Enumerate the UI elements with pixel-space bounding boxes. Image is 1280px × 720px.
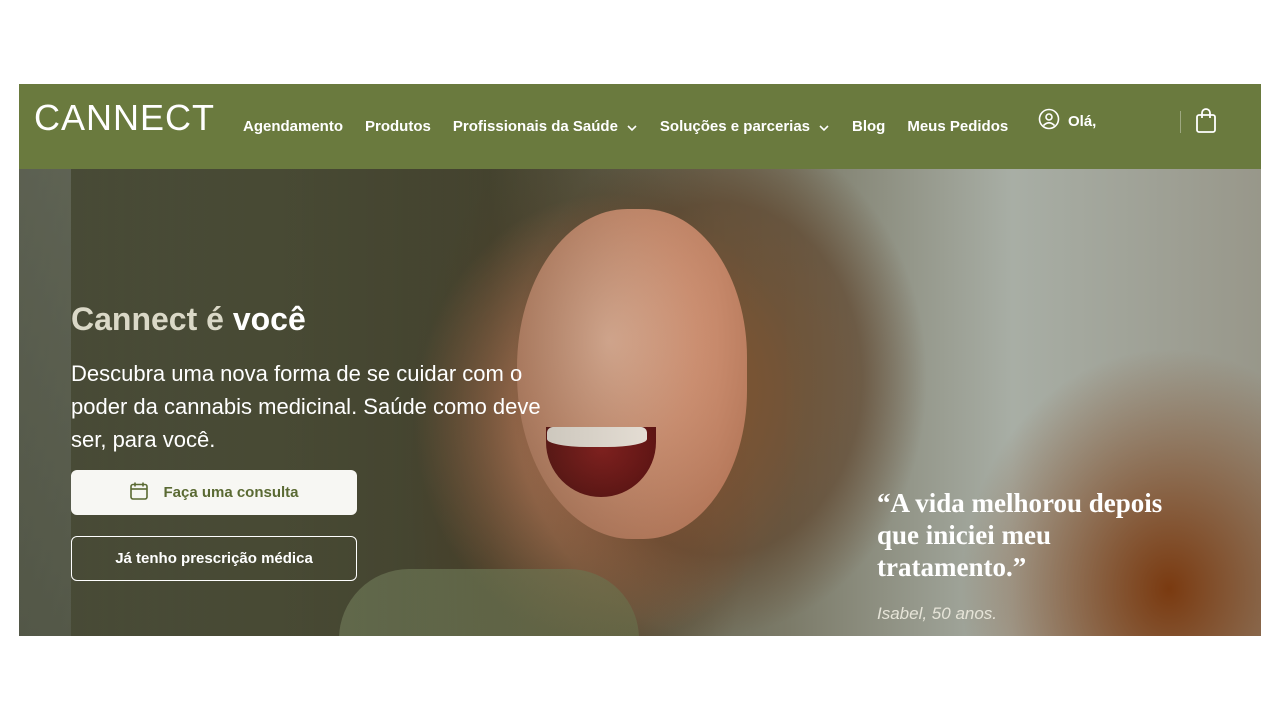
hero-section: Cannect é você Descubra uma nova forma d… bbox=[19, 169, 1261, 636]
chevron-down-icon bbox=[626, 121, 638, 133]
nav-item-label: Blog bbox=[852, 118, 886, 135]
nav-item-produtos[interactable]: Produtos bbox=[365, 118, 431, 135]
have-prescription-button[interactable]: Já tenho prescrição médica bbox=[71, 536, 357, 581]
nav-item-profissionais[interactable]: Profissionais da Saúde bbox=[453, 118, 638, 135]
user-greeting: Olá, bbox=[1068, 112, 1097, 130]
user-menu[interactable]: Olá, bbox=[1038, 108, 1096, 134]
nav-item-agendamento[interactable]: Agendamento bbox=[243, 118, 343, 135]
top-navbar: CANNECT Agendamento Produtos Profissiona… bbox=[19, 84, 1261, 169]
hero-title-emphasis: você bbox=[232, 301, 306, 337]
nav-item-label: Produtos bbox=[365, 118, 431, 135]
testimonial-author: Isabel, 50 anos. bbox=[877, 604, 998, 623]
main-nav: Agendamento Produtos Profissionais da Sa… bbox=[243, 84, 1030, 169]
nav-item-solucoes[interactable]: Soluções e parcerias bbox=[660, 118, 830, 135]
shopping-bag-icon[interactable] bbox=[1195, 108, 1217, 134]
have-prescription-label: Já tenho prescrição médica bbox=[115, 550, 313, 567]
chevron-down-icon bbox=[818, 121, 830, 133]
calendar-icon bbox=[129, 481, 163, 505]
schedule-consultation-button[interactable]: Faça uma consulta bbox=[71, 470, 357, 515]
nav-item-label: Agendamento bbox=[243, 118, 344, 135]
hero-title-prefix: Cannect é bbox=[71, 301, 224, 337]
nav-item-meus-pedidos[interactable]: Meus Pedidos bbox=[907, 118, 1008, 135]
hero-title: Cannect é você bbox=[71, 301, 306, 338]
nav-divider bbox=[1180, 111, 1181, 133]
nav-item-label: Profissionais da Saúde bbox=[452, 118, 618, 135]
user-circle-icon bbox=[1038, 108, 1068, 134]
hero-subtitle: Descubra uma nova forma de se cuidar com… bbox=[71, 361, 541, 452]
nav-item-label: Soluções e parcerias bbox=[659, 118, 811, 135]
page-frame: CANNECT Agendamento Produtos Profissiona… bbox=[19, 84, 1261, 636]
testimonial-quote: “A vida melhorou depois que iniciei meu … bbox=[877, 488, 1163, 582]
schedule-consultation-label: Faça uma consulta bbox=[163, 484, 299, 501]
nav-item-label: Meus Pedidos bbox=[907, 118, 1009, 135]
cannect-logo[interactable]: CANNECT bbox=[34, 100, 215, 136]
nav-item-blog[interactable]: Blog bbox=[852, 118, 885, 135]
